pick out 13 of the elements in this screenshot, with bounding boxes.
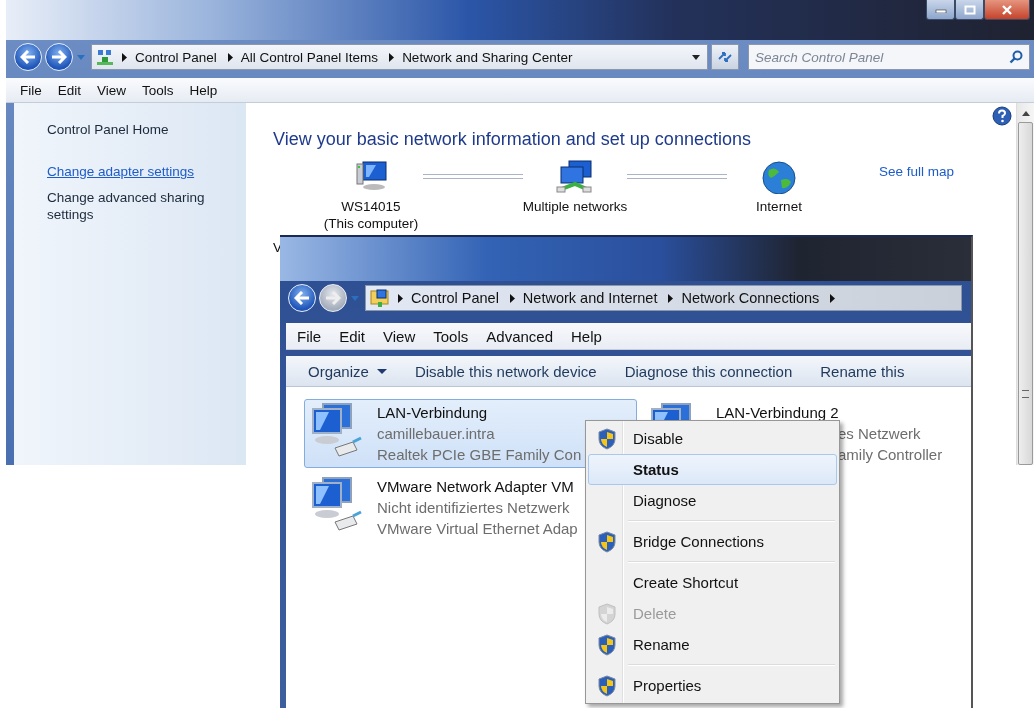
connection-name: LAN-Verbindung xyxy=(377,403,489,423)
connection-name: VMware Network Adapter VM xyxy=(377,477,575,497)
network-map-label: Internet xyxy=(756,198,802,215)
network-map-label: Multiple networks xyxy=(522,198,628,215)
network-map-label: WS14015 xyxy=(341,198,401,215)
connection-adapter: VMware Virtual Ethernet Adap xyxy=(377,519,578,539)
network-map-label: (This computer) xyxy=(323,215,419,232)
connection-name: LAN-Verbindung 2 xyxy=(716,403,840,423)
connection-network: Nicht identifiziertes Netzwerk xyxy=(377,498,571,518)
connection-adapter: amily Controller xyxy=(837,445,943,465)
connection-network: camillebauer.intra xyxy=(377,424,496,444)
page-heading: View your basic network information and set up connections xyxy=(273,129,752,150)
connection-adapter: Realtek PCIe GBE Family Con xyxy=(377,445,582,465)
